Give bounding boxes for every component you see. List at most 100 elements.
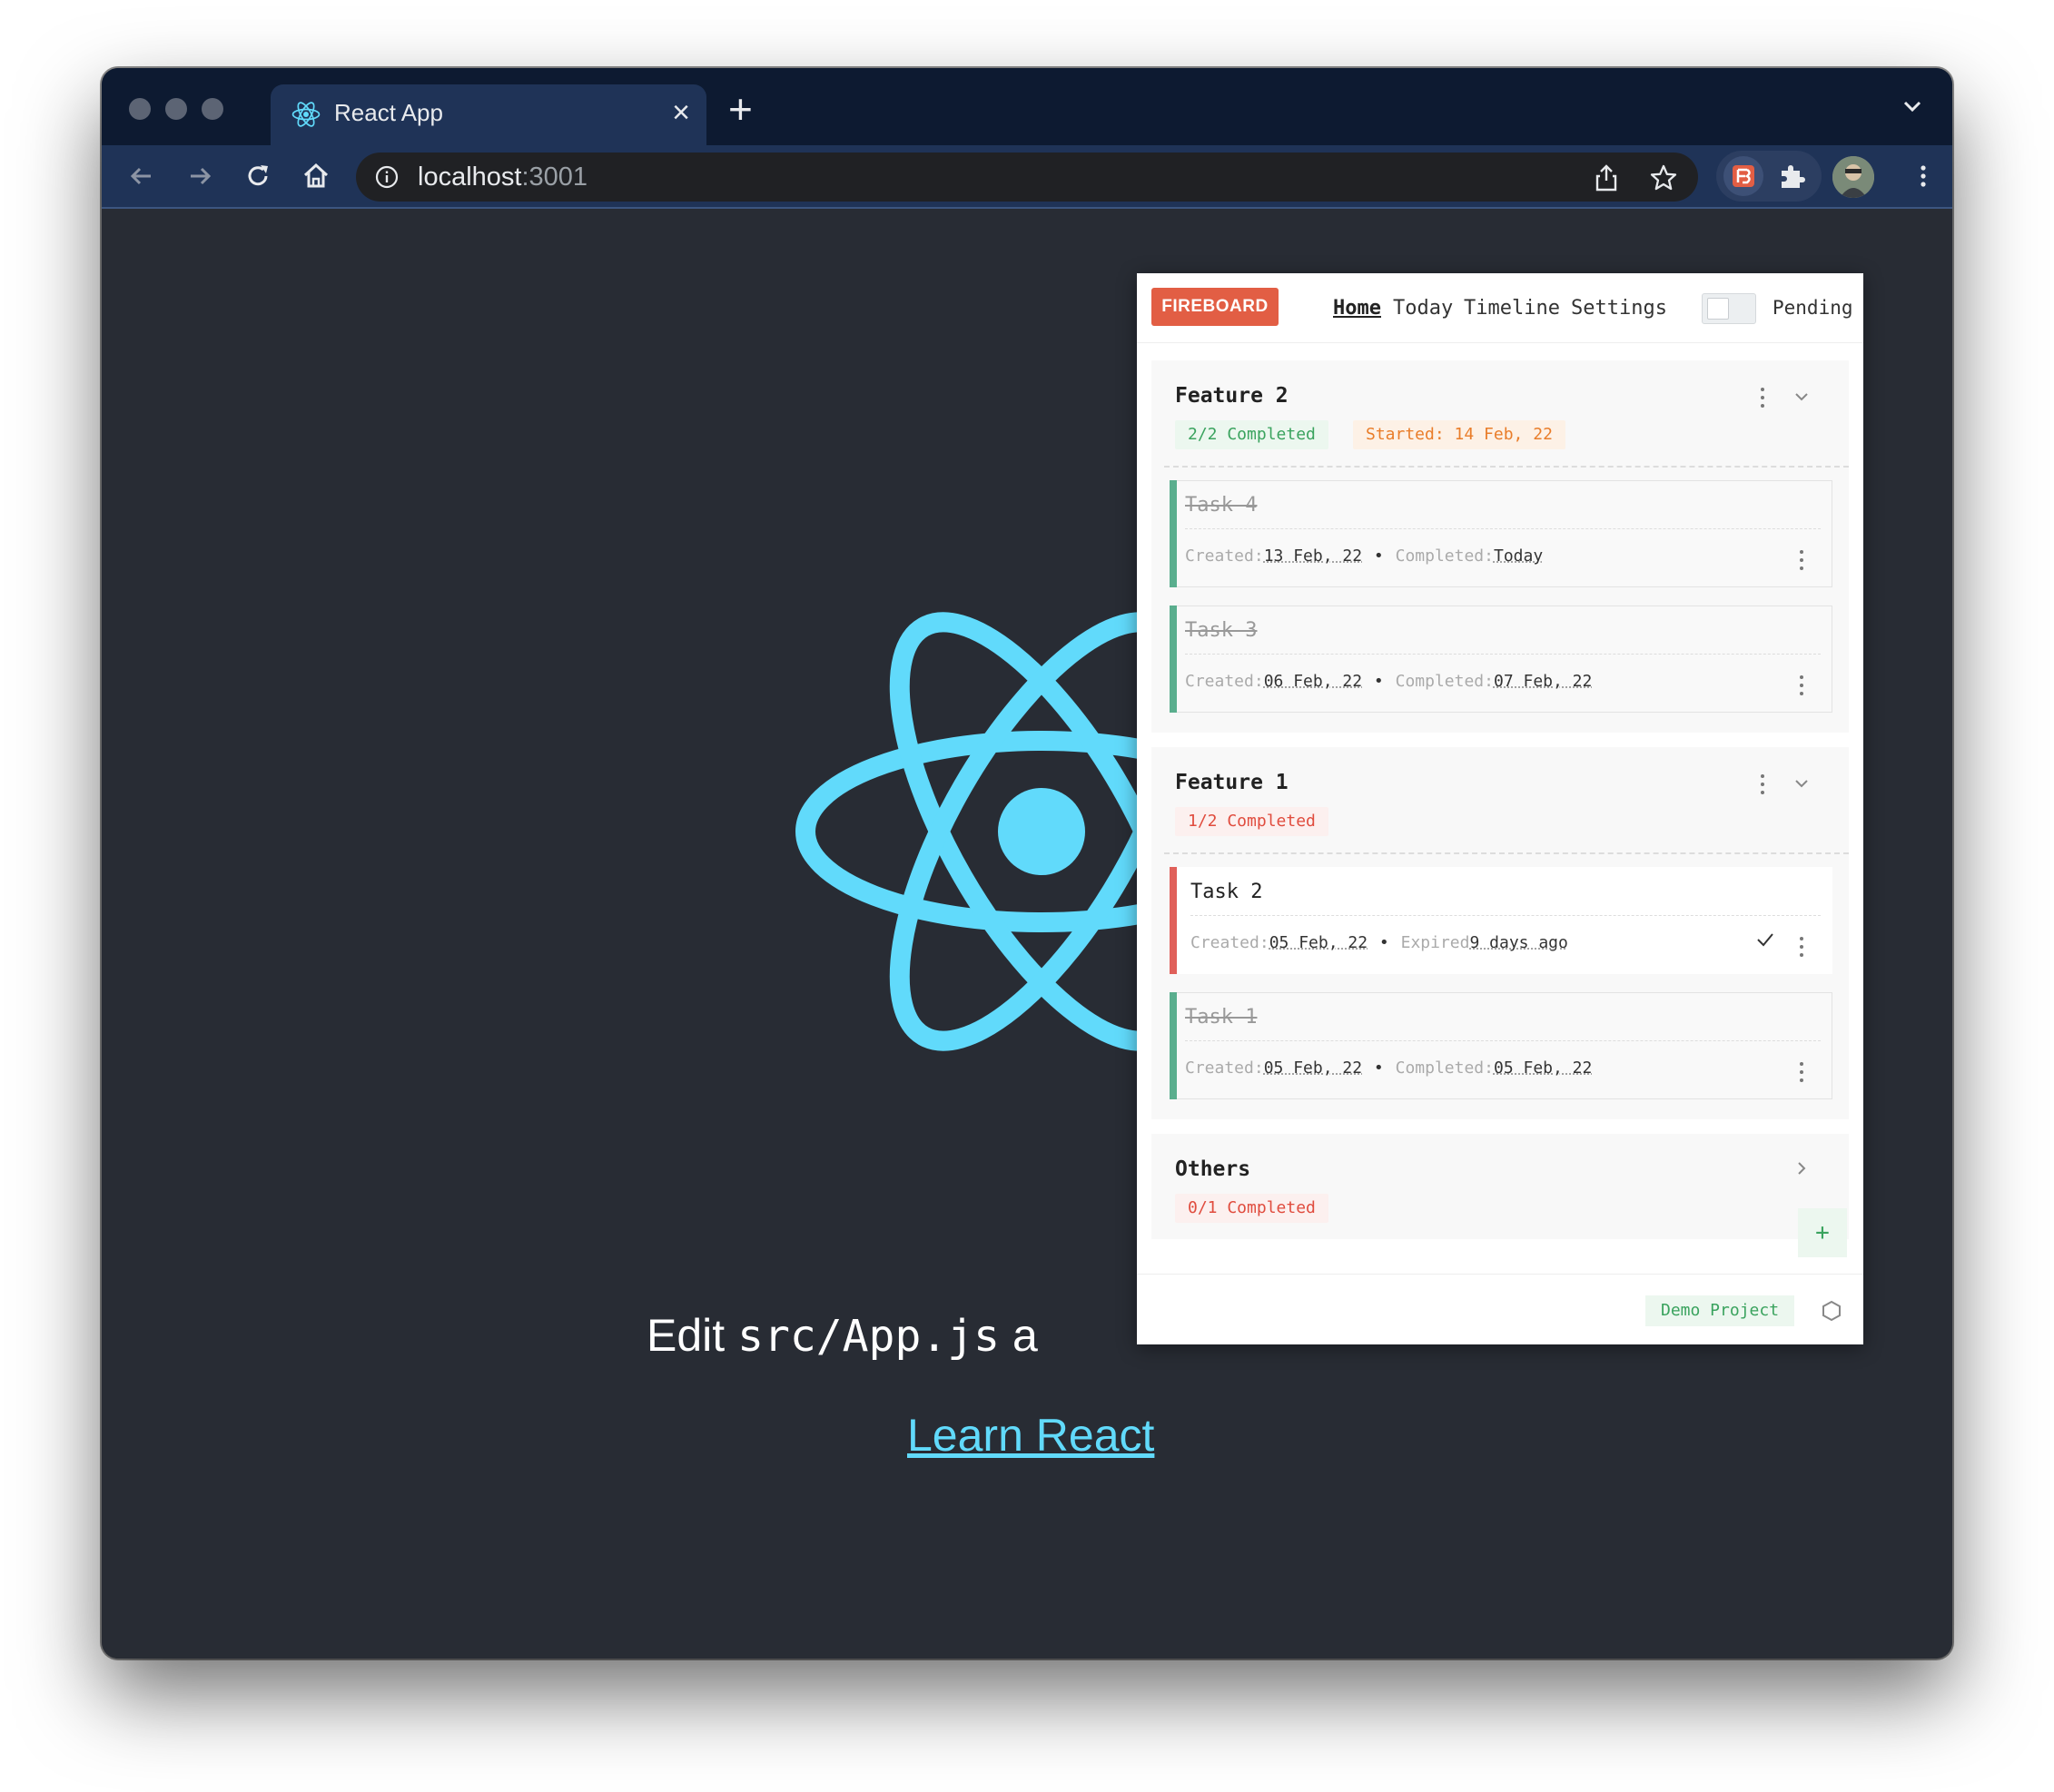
- complete-check-icon[interactable]: [1755, 930, 1775, 950]
- status-date: Today: [1493, 546, 1544, 566]
- collapse-chevron-icon[interactable]: [1792, 774, 1811, 793]
- status-bar: [1170, 867, 1177, 974]
- task-divider: [1185, 1040, 1821, 1041]
- completed-badge: 1/2 Completed: [1175, 807, 1328, 836]
- feature-group: Feature 2 2/2 Completed Started: 14 Feb,…: [1151, 360, 1849, 733]
- task-card[interactable]: Task 4 Created:13 Feb, 22 • Completed:To…: [1170, 480, 1832, 587]
- feature-group: Feature 1 1/2 Completed Task 2 Created:0…: [1151, 747, 1849, 1119]
- completed-badge: 2/2 Completed: [1175, 420, 1328, 449]
- group-title: Feature 2: [1175, 384, 1289, 408]
- reload-icon[interactable]: [240, 158, 276, 194]
- status-bar: [1170, 992, 1177, 1099]
- browser-tab[interactable]: React App ×: [271, 84, 706, 145]
- collapse-chevron-icon[interactable]: [1792, 388, 1811, 406]
- tab-close-icon[interactable]: ×: [672, 95, 690, 131]
- footer-divider: [1137, 1274, 1863, 1275]
- edit-instruction: Edit src/App.js a: [647, 1309, 1038, 1362]
- minimize-window-button[interactable]: [165, 98, 187, 120]
- task-menu-icon[interactable]: [1799, 1060, 1804, 1084]
- status-bar: [1170, 480, 1177, 587]
- status-date: 05 Feb, 22: [1493, 1058, 1593, 1078]
- group-menu-icon[interactable]: [1760, 386, 1765, 409]
- group-divider: [1164, 466, 1849, 468]
- completed-badge: 0/1 Completed: [1175, 1194, 1328, 1223]
- header-divider: [1137, 342, 1863, 343]
- task-menu-icon[interactable]: [1799, 674, 1804, 697]
- home-icon[interactable]: [298, 158, 334, 194]
- status-label: Completed:: [1395, 1058, 1494, 1078]
- profile-avatar[interactable]: [1832, 156, 1874, 198]
- url-host: localhost: [418, 162, 522, 192]
- created-label: Created:: [1185, 1058, 1264, 1078]
- task-card[interactable]: Task 3 Created:06 Feb, 22 • Completed:07…: [1170, 606, 1832, 713]
- created-label: Created:: [1190, 933, 1269, 952]
- status-date: 07 Feb, 22: [1493, 672, 1593, 691]
- toggle-knob: [1707, 298, 1729, 320]
- task-name: Task 1: [1185, 1006, 1258, 1029]
- add-button[interactable]: +: [1798, 1208, 1847, 1257]
- task-menu-icon[interactable]: [1799, 935, 1804, 959]
- created-date: 06 Feb, 22: [1263, 672, 1363, 691]
- nav-home[interactable]: Home: [1333, 297, 1381, 320]
- task-meta: Created:13 Feb, 22 • Completed:Today: [1185, 546, 1544, 566]
- created-date: 13 Feb, 22: [1263, 546, 1363, 566]
- tab-search-chevron-icon[interactable]: [1900, 88, 1925, 124]
- brand-logo: FIREBOARD: [1151, 288, 1279, 326]
- status-label: Completed:: [1395, 546, 1494, 566]
- task-meta: Created:05 Feb, 22 • Completed:05 Feb, 2…: [1185, 1058, 1593, 1078]
- pending-toggle[interactable]: [1702, 293, 1756, 324]
- tab-strip: React App × +: [102, 68, 1952, 145]
- extensions-area: [1716, 151, 1822, 202]
- task-divider: [1185, 528, 1821, 529]
- learn-react-link[interactable]: Learn React: [907, 1409, 1154, 1462]
- back-arrow-icon[interactable]: [123, 158, 160, 194]
- group-title: Feature 1: [1175, 771, 1289, 794]
- status-label: Completed:: [1395, 672, 1494, 691]
- edit-suffix-text: a: [1000, 1310, 1038, 1361]
- task-name: Task 3: [1185, 619, 1258, 642]
- fireboard-extension-button[interactable]: [1723, 156, 1763, 196]
- share-icon[interactable]: [1593, 163, 1620, 192]
- url-port: :3001: [521, 162, 588, 192]
- close-window-button[interactable]: [129, 98, 151, 120]
- nav-timeline[interactable]: Timeline: [1464, 297, 1560, 320]
- maximize-window-button[interactable]: [202, 98, 223, 120]
- task-meta: Created:06 Feb, 22 • Completed:07 Feb, 2…: [1185, 672, 1593, 691]
- tab-title: React App: [334, 99, 443, 126]
- status-bar: [1170, 606, 1177, 713]
- task-card[interactable]: Task 1 Created:05 Feb, 22 • Completed:05…: [1170, 992, 1832, 1099]
- puzzle-extensions-icon[interactable]: [1776, 160, 1809, 192]
- browser-menu-icon[interactable]: [1905, 158, 1941, 194]
- pending-label: Pending: [1773, 297, 1853, 319]
- project-badge[interactable]: Demo Project: [1645, 1295, 1795, 1326]
- task-divider: [1185, 654, 1821, 655]
- created-date: 05 Feb, 22: [1269, 933, 1368, 952]
- others-group[interactable]: Others 0/1 Completed: [1151, 1134, 1849, 1239]
- hexagon-icon[interactable]: [1818, 1297, 1845, 1324]
- status-date: 9 days ago: [1469, 933, 1568, 952]
- react-favicon-icon: [291, 102, 321, 127]
- group-menu-icon[interactable]: [1760, 773, 1765, 796]
- task-name: Task 2: [1190, 881, 1263, 903]
- task-divider: [1190, 915, 1821, 916]
- edit-prefix-text: Edit: [647, 1310, 738, 1361]
- started-badge: Started: 14 Feb, 22: [1353, 420, 1565, 449]
- expand-chevron-icon[interactable]: [1792, 1159, 1811, 1177]
- task-menu-icon[interactable]: [1799, 548, 1804, 572]
- site-info-icon[interactable]: [374, 164, 400, 190]
- nav-settings[interactable]: Settings: [1571, 297, 1667, 320]
- fireboard-extension-icon: [1733, 165, 1754, 187]
- edit-code-text: src/App.js: [737, 1311, 1001, 1362]
- forward-arrow-icon[interactable]: [182, 158, 218, 194]
- browser-window: React App × + localhost:3001 Edit src/Ap…: [102, 68, 1952, 1659]
- new-tab-button[interactable]: +: [728, 88, 753, 130]
- created-date: 05 Feb, 22: [1263, 1058, 1363, 1078]
- bookmark-star-icon[interactable]: [1649, 163, 1678, 192]
- task-card[interactable]: Task 2 Created:05 Feb, 22 • Expired9 day…: [1170, 867, 1832, 974]
- address-bar[interactable]: localhost:3001: [356, 153, 1698, 202]
- created-label: Created:: [1185, 672, 1264, 691]
- browser-toolbar: localhost:3001: [102, 145, 1952, 209]
- nav-today[interactable]: Today: [1393, 297, 1453, 320]
- url-text[interactable]: localhost:3001: [418, 162, 588, 192]
- group-divider: [1164, 852, 1849, 854]
